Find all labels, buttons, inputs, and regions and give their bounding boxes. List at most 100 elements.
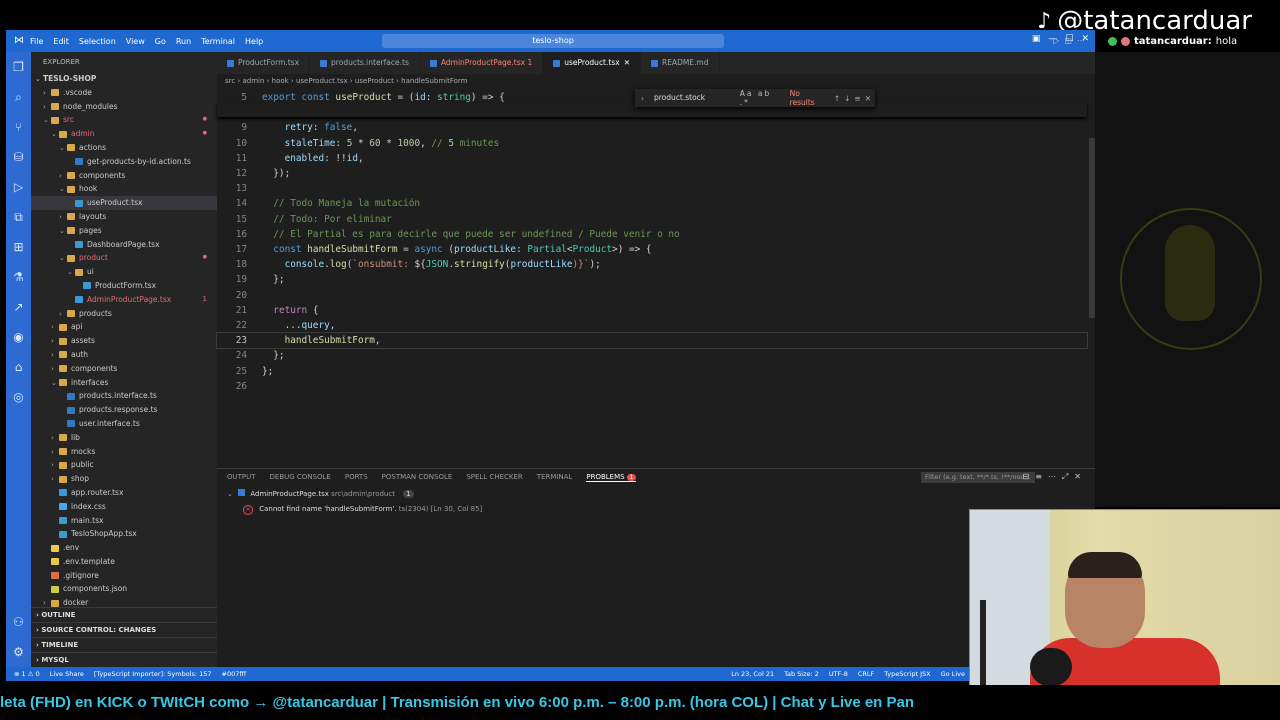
- tree-item[interactable]: ⌄ actions: [31, 141, 217, 155]
- close-panel-icon[interactable]: ✕: [1074, 472, 1087, 481]
- tree-item[interactable]: › shop: [31, 472, 217, 486]
- tree-item[interactable]: main.tsx: [31, 514, 217, 528]
- code-line[interactable]: 26: [217, 379, 1087, 394]
- menu-item-run[interactable]: Run: [176, 37, 191, 46]
- menu-item-selection[interactable]: Selection: [79, 37, 116, 46]
- list-icon[interactable]: ≡: [1035, 472, 1048, 481]
- tree-item[interactable]: index.css: [31, 500, 217, 514]
- split-editor-icon[interactable]: ◫: [1064, 36, 1072, 45]
- code-line[interactable]: 13: [217, 181, 1087, 196]
- code-line[interactable]: 16 // El Partial es para decirle que pue…: [217, 227, 1087, 242]
- tree-item[interactable]: › components: [31, 362, 217, 376]
- code-line[interactable]: 11 enabled: !!id,: [217, 151, 1087, 166]
- tree-item[interactable]: › .vscode: [31, 86, 217, 100]
- collapse-icon[interactable]: ⊟: [1022, 472, 1035, 481]
- code-line[interactable]: 10 staleTime: 5 * 60 * 1000, // 5 minute…: [217, 136, 1087, 151]
- editor-tab[interactable]: AdminProductPage.tsx 1: [420, 52, 544, 74]
- chevron-right-icon[interactable]: ›: [641, 94, 644, 103]
- tree-item[interactable]: DashboardPage.tsx: [31, 238, 217, 252]
- find-nav[interactable]: ↑↓≡✕: [834, 94, 875, 103]
- tree-item[interactable]: › components: [31, 169, 217, 183]
- panel-tab-ports[interactable]: PORTS: [345, 473, 368, 481]
- status-item[interactable]: Go Live: [941, 667, 965, 681]
- code-line[interactable]: 18 console.log(`onsubmit: ${JSON.stringi…: [217, 257, 1087, 272]
- code-line[interactable]: 19 };: [217, 272, 1087, 287]
- tree-item[interactable]: components.json: [31, 582, 217, 596]
- settings-icon[interactable]: ⚙: [6, 637, 31, 667]
- menu-item-terminal[interactable]: Terminal: [201, 37, 235, 46]
- command-center-search[interactable]: teslo-shop: [382, 34, 724, 48]
- tree-item[interactable]: ⌄ hook: [31, 182, 217, 196]
- tree-item[interactable]: ⌄ admin ●: [31, 127, 217, 141]
- more-icon[interactable]: ⋯: [1077, 36, 1085, 45]
- tree-item[interactable]: ⌄ src ●: [31, 113, 217, 127]
- find-input[interactable]: product.stock: [654, 92, 736, 104]
- close-icon[interactable]: ✕: [624, 52, 630, 74]
- editor-tab[interactable]: ProductForm.tsx: [217, 52, 311, 74]
- code-line[interactable]: 20: [217, 288, 1087, 303]
- code-line[interactable]: 21 return {: [217, 303, 1087, 318]
- git-graph-icon[interactable]: ◎: [6, 382, 31, 412]
- panel-tab-spell-checker[interactable]: SPELL CHECKER: [466, 473, 522, 481]
- source-control-icon[interactable]: ⑂: [6, 112, 31, 142]
- tree-item[interactable]: products.interface.ts: [31, 389, 217, 403]
- tree-item[interactable]: › api: [31, 320, 217, 334]
- menu-item-edit[interactable]: Edit: [53, 37, 69, 46]
- tree-item[interactable]: .env: [31, 541, 217, 555]
- tree-item[interactable]: products.response.ts: [31, 403, 217, 417]
- extensions-icon[interactable]: ⊞: [6, 232, 31, 262]
- panel-tab-postman-console[interactable]: POSTMAN CONSOLE: [382, 473, 453, 481]
- tree-item[interactable]: TesloShopApp.tsx: [31, 527, 217, 541]
- tree-root[interactable]: ⌄ TESLO-SHOP: [31, 72, 217, 86]
- tree-item[interactable]: ProductForm.tsx: [31, 279, 217, 293]
- postman-icon[interactable]: ◉: [6, 322, 31, 352]
- breadcrumb[interactable]: src › admin › hook › useProduct.tsx › us…: [217, 74, 1095, 88]
- panel-tab-problems[interactable]: PROBLEMS 1: [586, 473, 637, 482]
- sidebar-section[interactable]: › TIMELINE: [31, 637, 217, 652]
- live-share-icon[interactable]: ↗: [6, 292, 31, 322]
- status-item[interactable]: CRLF: [858, 667, 874, 681]
- status-item[interactable]: ⊗ 1 ⚠ 0: [14, 667, 40, 681]
- code-line[interactable]: 9 retry: false,: [217, 120, 1087, 135]
- run-debug-icon[interactable]: ▷: [6, 172, 31, 202]
- panel-tab-terminal[interactable]: TERMINAL: [537, 473, 573, 481]
- tree-item[interactable]: › public: [31, 458, 217, 472]
- tree-item[interactable]: › node_modules: [31, 100, 217, 114]
- editor-tab[interactable]: useProduct.tsx ✕: [543, 52, 641, 74]
- tree-item[interactable]: useProduct.tsx: [31, 196, 217, 210]
- tree-item[interactable]: .env.template: [31, 555, 217, 569]
- code-line[interactable]: 14 // Todo Maneja la mutación: [217, 196, 1087, 211]
- code-line[interactable]: 23 handleSubmitForm,: [216, 332, 1088, 350]
- status-item[interactable]: UTF-8: [829, 667, 848, 681]
- menu-item-file[interactable]: File: [30, 37, 43, 46]
- code-line[interactable]: 12 });: [217, 166, 1087, 181]
- code-line[interactable]: 17 const handleSubmitForm = async (produ…: [217, 242, 1087, 257]
- panel-tab-debug-console[interactable]: DEBUG CONSOLE: [270, 473, 331, 481]
- maximize-panel-icon[interactable]: ⤢: [1062, 472, 1074, 481]
- problems-filter-input[interactable]: Filter (e.g. text, **/*.ts, !**/nod...: [921, 472, 1035, 483]
- more-icon[interactable]: ⋯: [1048, 472, 1062, 481]
- tree-item[interactable]: › auth: [31, 348, 217, 362]
- layout-icon[interactable]: ▣: [1032, 34, 1041, 44]
- tree-item[interactable]: › products: [31, 307, 217, 321]
- find-options[interactable]: Aa ab .*: [740, 89, 782, 107]
- database-icon[interactable]: ⛁: [6, 142, 31, 172]
- status-item[interactable]: Ln 23, Col 21: [731, 667, 774, 681]
- sidebar-section[interactable]: › MYSQL: [31, 652, 217, 667]
- testing-icon[interactable]: ⚗: [6, 262, 31, 292]
- code-line[interactable]: 24 };: [217, 348, 1087, 363]
- tree-item[interactable]: get-products-by-id.action.ts: [31, 155, 217, 169]
- code-editor[interactable]: 5 export const useProduct = (id: string) …: [216, 88, 1095, 468]
- menu-item-help[interactable]: Help: [245, 37, 263, 46]
- search-icon[interactable]: ⌕: [6, 82, 31, 112]
- tree-item[interactable]: app.router.tsx: [31, 486, 217, 500]
- status-item[interactable]: #007fff: [222, 667, 247, 681]
- code-line[interactable]: 22 ...query,: [217, 318, 1087, 333]
- menu-item-view[interactable]: View: [126, 37, 145, 46]
- tree-item[interactable]: ⌄ ui: [31, 265, 217, 279]
- status-item[interactable]: [TypeScript Importer]: Symbols: 157: [94, 667, 212, 681]
- editor-tab[interactable]: README.md: [641, 52, 720, 74]
- tree-item[interactable]: .gitignore: [31, 569, 217, 583]
- account-icon[interactable]: ⚇: [6, 607, 31, 637]
- tree-item[interactable]: ⌄ interfaces: [31, 376, 217, 390]
